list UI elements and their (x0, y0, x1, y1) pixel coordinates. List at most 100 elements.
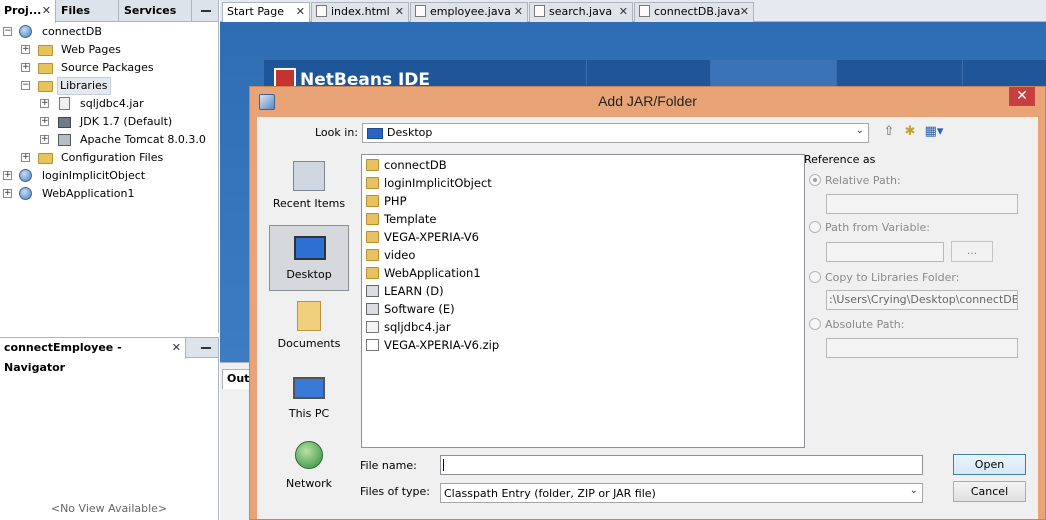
tab-services-label: Services (124, 4, 177, 17)
expand-icon[interactable]: + (40, 99, 49, 108)
dialog-title-bar[interactable]: Add JAR/Folder ✕ (250, 87, 1045, 116)
file-name: connectDB (384, 158, 447, 172)
path-from-variable-radio[interactable] (809, 221, 821, 233)
path-from-variable-label: Path from Variable: (825, 221, 930, 234)
places-bar: Recent Items Desktop Documents This PC N… (269, 155, 351, 520)
folder-icon (366, 267, 379, 279)
close-icon[interactable]: ✕ (619, 3, 628, 21)
tree-label: Web Pages (61, 43, 121, 56)
reference-as-label: Reference as (804, 153, 876, 166)
place-this-pc[interactable]: This PC (269, 365, 349, 431)
folder-icon (38, 81, 53, 92)
tree-node-sqljdbc4-jar[interactable]: + sqljdbc4.jar (0, 95, 210, 113)
expand-icon[interactable]: + (40, 135, 49, 144)
tree-label: WebApplication1 (42, 187, 135, 200)
tab-navigator[interactable]: connectEmployee - Navigator ✕ (0, 338, 186, 374)
expand-icon[interactable]: + (21, 153, 30, 162)
up-folder-icon[interactable]: ⇧ (881, 124, 897, 140)
folder-icon (366, 195, 379, 207)
files-of-type-select[interactable]: Classpath Entry (folder, ZIP or JAR file… (440, 483, 923, 503)
tab-projects[interactable]: Proj... ✕ (0, 0, 56, 23)
relative-path-label: Relative Path: (825, 174, 901, 187)
relative-path-radio[interactable] (809, 174, 821, 186)
file-name: VEGA-XPERIA-V6.zip (384, 338, 500, 352)
tab-connectdb-java[interactable]: connectDB.java ✕ (634, 2, 754, 22)
place-label: Recent Items (272, 197, 346, 210)
minimize-icon[interactable] (201, 10, 211, 12)
place-label: Desktop (286, 268, 332, 281)
minimize-icon[interactable] (201, 347, 211, 349)
dialog-body: Look in: Desktop ⌄ ⇧ ✱ ▦▾ Recent Items D… (257, 117, 1038, 519)
close-icon[interactable]: ✕ (296, 3, 305, 21)
navigator-title: connectEmployee - Navigator (4, 341, 122, 374)
file-name-input[interactable] (440, 455, 923, 475)
tree-node-web-pages[interactable]: + Web Pages (0, 41, 210, 59)
tab-index-html[interactable]: index.html ✕ (311, 2, 409, 22)
tree-label: Libraries (57, 77, 111, 95)
tree-node-webapplication1[interactable]: + WebApplication1 (0, 185, 210, 203)
expand-icon[interactable]: + (21, 63, 30, 72)
expand-icon[interactable]: + (40, 117, 49, 126)
place-desktop[interactable]: Desktop (269, 225, 349, 291)
copy-path-field[interactable]: :\Users\Crying\Desktop\connectDB\lib (826, 290, 1018, 310)
folder-icon (366, 213, 379, 225)
tab-employee-java[interactable]: employee.java ✕ (410, 2, 528, 22)
file-name: WebApplication1 (384, 266, 481, 280)
java-file-icon (415, 5, 426, 17)
place-label: Network (286, 477, 332, 490)
documents-icon (297, 301, 321, 331)
look-in-select[interactable]: Desktop ⌄ (362, 123, 869, 143)
tree-node-loginimplicitobject[interactable]: + loginImplicitObject (0, 167, 210, 185)
tab-files-label: Files (61, 4, 91, 17)
tree-node-configuration-files[interactable]: + Configuration Files (0, 149, 210, 167)
close-button[interactable]: ✕ (1009, 87, 1035, 106)
absolute-path-field[interactable] (826, 338, 1018, 358)
add-jar-folder-dialog: Add JAR/Folder ✕ Look in: Desktop ⌄ ⇧ ✱ … (249, 86, 1046, 520)
tab-label: search.java (549, 5, 613, 18)
file-list[interactable]: connectDB loginImplicitObject PHP Templa… (361, 154, 805, 448)
dialog-title: Add JAR/Folder (598, 93, 697, 109)
new-folder-icon[interactable]: ✱ (902, 124, 918, 140)
path-variable-field[interactable] (826, 242, 944, 262)
java-file-icon (534, 5, 545, 17)
drive-icon (366, 303, 379, 315)
expand-icon[interactable]: + (3, 171, 12, 180)
tab-label: Start Page (227, 5, 284, 18)
java-file-icon (639, 5, 650, 17)
relative-path-field[interactable] (826, 194, 1018, 214)
tree-node-jdk[interactable]: + JDK 1.7 (Default) (0, 113, 210, 131)
absolute-path-radio[interactable] (809, 318, 821, 330)
tree-node-tomcat[interactable]: + Apache Tomcat 8.0.3.0 (0, 131, 215, 149)
browse-variable-button[interactable]: ... (951, 241, 993, 262)
collapse-icon[interactable]: − (3, 27, 12, 36)
place-documents[interactable]: Documents (269, 295, 349, 361)
tab-label: index.html (331, 5, 390, 18)
cancel-button[interactable]: Cancel (953, 481, 1026, 502)
open-button[interactable]: Open (953, 454, 1026, 475)
tab-files[interactable]: Files (57, 0, 119, 22)
close-icon[interactable]: ✕ (42, 0, 51, 22)
place-network[interactable]: Network (269, 435, 349, 501)
view-menu-icon[interactable]: ▦▾ (923, 124, 945, 140)
recent-items-icon (293, 161, 325, 191)
tree-node-source-packages[interactable]: + Source Packages (0, 59, 210, 77)
place-recent-items[interactable]: Recent Items (269, 155, 349, 221)
tab-start-page[interactable]: Start Page ✕ (222, 2, 310, 22)
tree-node-libraries[interactable]: − Libraries (0, 77, 210, 95)
close-icon[interactable]: ✕ (514, 3, 523, 21)
tab-search-java[interactable]: search.java ✕ (529, 2, 633, 22)
close-icon[interactable]: ✕ (740, 3, 749, 21)
copy-to-libraries-radio[interactable] (809, 271, 821, 283)
files-of-type-label: Files of type: (360, 485, 431, 498)
collapse-icon[interactable]: − (21, 81, 30, 90)
tree-node-connectdb[interactable]: − connectDB (0, 23, 210, 41)
expand-icon[interactable]: + (3, 189, 12, 198)
file-name: LEARN (D) (384, 284, 444, 298)
chevron-down-icon: ⌄ (855, 125, 864, 136)
close-icon[interactable]: ✕ (172, 338, 181, 358)
tab-output[interactable]: Output (222, 369, 252, 389)
folder-icon (38, 153, 53, 164)
close-icon[interactable]: ✕ (395, 3, 404, 21)
expand-icon[interactable]: + (21, 45, 30, 54)
tab-services[interactable]: Services (120, 0, 192, 22)
